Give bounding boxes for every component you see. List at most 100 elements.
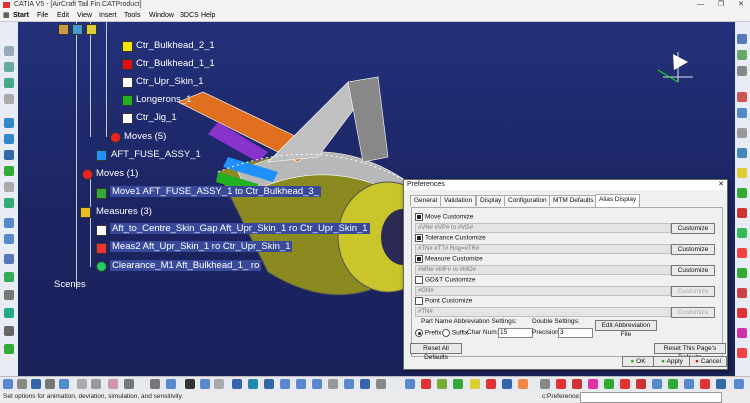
point-customize-checkbox[interactable]: [415, 297, 423, 305]
tool-icon[interactable]: [737, 308, 747, 318]
tool-icon[interactable]: [4, 62, 14, 72]
move-icon[interactable]: [96, 188, 107, 199]
tool-icon[interactable]: [4, 272, 14, 282]
tool-icon[interactable]: [150, 379, 160, 389]
gdt-customize-checkbox[interactable]: [415, 276, 423, 284]
tool-icon[interactable]: [737, 228, 747, 238]
tab-configuration[interactable]: Configuration: [504, 195, 551, 206]
measure-format-field[interactable]: #MN# #MF# ro #MO#: [415, 265, 671, 275]
reset-page-defaults-button[interactable]: Reset This Page's Defaults: [654, 343, 726, 361]
tool-icon[interactable]: [4, 94, 14, 104]
tool-icon[interactable]: [737, 328, 747, 338]
tab-display[interactable]: Display: [476, 195, 506, 206]
tool-icon[interactable]: [636, 379, 646, 389]
maximize-button[interactable]: ❐: [718, 1, 724, 8]
tolerance-customize-button[interactable]: Customize: [671, 244, 715, 255]
tool-icon[interactable]: [737, 288, 747, 298]
tool-icon[interactable]: [45, 379, 55, 389]
apply-button[interactable]: ● Apply: [653, 356, 691, 367]
menu-window[interactable]: Window: [149, 10, 174, 21]
close-window-button[interactable]: ✕: [738, 1, 744, 8]
part-icon[interactable]: [122, 113, 133, 124]
part-icon[interactable]: [122, 77, 133, 88]
tool-icon[interactable]: [232, 379, 242, 389]
dialog-close-button[interactable]: ✕: [718, 180, 724, 188]
tool-icon[interactable]: [4, 326, 14, 336]
assembly-icon[interactable]: [96, 150, 107, 161]
tool-icon[interactable]: [737, 50, 747, 60]
tree-item-ctr-bulkhead-2[interactable]: Ctr_Bulkhead_2_1: [136, 40, 215, 51]
measure-customize-checkbox[interactable]: [415, 255, 423, 263]
tool-icon[interactable]: [737, 34, 747, 44]
tool-icon[interactable]: [518, 379, 528, 389]
move-customize-checkbox[interactable]: [415, 213, 423, 221]
command-input[interactable]: [580, 392, 722, 403]
product-icon[interactable]: [58, 24, 69, 35]
menu-help[interactable]: Help: [201, 10, 215, 21]
product-icon[interactable]: [86, 24, 97, 35]
tool-icon[interactable]: [737, 168, 747, 178]
tool-icon[interactable]: [328, 379, 338, 389]
tool-icon[interactable]: [4, 290, 14, 300]
tool-icon[interactable]: [4, 78, 14, 88]
tolerance-format-field[interactable]: #TN# #TT# Rng=#TR#: [415, 244, 671, 254]
tree-item-move1[interactable]: Move1 AFT_FUSE_ASSY_1 to Ctr_Bulkhead_3_: [110, 186, 322, 197]
tool-icon[interactable]: [4, 46, 14, 56]
precision-input[interactable]: 3: [558, 328, 593, 338]
tool-icon[interactable]: [4, 344, 14, 354]
tree-item-moves-1[interactable]: Moves (1): [96, 168, 138, 179]
menu-file[interactable]: File: [37, 10, 48, 21]
measure-icon[interactable]: [96, 225, 107, 236]
tool-icon[interactable]: [124, 379, 134, 389]
tree-item-meas2[interactable]: Meas2 Aft_Upr_Skin_1 ro Ctr_Upr_Skin_1: [110, 241, 293, 252]
measures-icon[interactable]: [80, 207, 91, 218]
tab-validation[interactable]: Validation: [440, 195, 477, 206]
tree-item-clearance[interactable]: Clearance_M1 Aft_Bulkhead_1_ ro: [110, 260, 262, 271]
tool-icon[interactable]: [4, 150, 14, 160]
tool-icon[interactable]: [264, 379, 274, 389]
product-icon[interactable]: [72, 24, 83, 35]
tool-icon[interactable]: [737, 268, 747, 278]
tool-icon[interactable]: [737, 348, 747, 358]
tool-icon[interactable]: [248, 379, 258, 389]
tool-icon[interactable]: [4, 308, 14, 318]
tool-icon[interactable]: [4, 182, 14, 192]
part-icon[interactable]: [122, 95, 133, 106]
tool-icon[interactable]: [4, 198, 14, 208]
ok-button[interactable]: ● OK: [622, 356, 654, 367]
tool-icon[interactable]: [502, 379, 512, 389]
clearance-icon[interactable]: [96, 261, 107, 272]
tree-item-moves-5[interactable]: Moves (5): [124, 131, 166, 142]
prefix-radio[interactable]: [415, 329, 423, 337]
tool-icon[interactable]: [91, 379, 101, 389]
part-icon[interactable]: [122, 59, 133, 70]
menu-view[interactable]: View: [77, 10, 92, 21]
tool-icon[interactable]: [572, 379, 582, 389]
tab-alias-display[interactable]: Alias Display: [595, 194, 641, 207]
tool-icon[interactable]: [737, 208, 747, 218]
tool-icon[interactable]: [214, 379, 224, 389]
tool-icon[interactable]: [296, 379, 306, 389]
part-icon[interactable]: [122, 41, 133, 52]
tool-icon[interactable]: [312, 379, 322, 389]
tool-icon[interactable]: [684, 379, 694, 389]
tree-item-scenes[interactable]: Scenes: [54, 279, 86, 290]
tree-item-longerons[interactable]: Longerons_1: [136, 94, 191, 105]
moves-icon[interactable]: [82, 169, 93, 180]
menu-insert[interactable]: Insert: [99, 10, 117, 21]
tool-icon[interactable]: [4, 134, 14, 144]
moves-icon[interactable]: [110, 132, 121, 143]
tree-item-measure-gap[interactable]: Aft_to_Centre_Skin_Gap Aft_Upr_Skin_1 ro…: [110, 223, 370, 234]
tool-icon[interactable]: [737, 66, 747, 76]
move-format-field[interactable]: #VN# #VP# to #VG#: [415, 223, 671, 233]
tree-item-aft-fuse-assy[interactable]: AFT_FUSE_ASSY_1: [111, 149, 201, 160]
minimize-button[interactable]: —: [697, 1, 704, 8]
tool-icon[interactable]: [31, 379, 41, 389]
tree-item-ctr-jig[interactable]: Ctr_Jig_1: [136, 112, 177, 123]
tool-icon[interactable]: [588, 379, 598, 389]
move-customize-button[interactable]: Customize: [671, 223, 715, 234]
gdt-customize-button[interactable]: Customize: [671, 286, 715, 297]
point-customize-button[interactable]: Customize: [671, 307, 715, 318]
tree-item-measures-3[interactable]: Measures (3): [96, 206, 152, 217]
tool-icon[interactable]: [453, 379, 463, 389]
